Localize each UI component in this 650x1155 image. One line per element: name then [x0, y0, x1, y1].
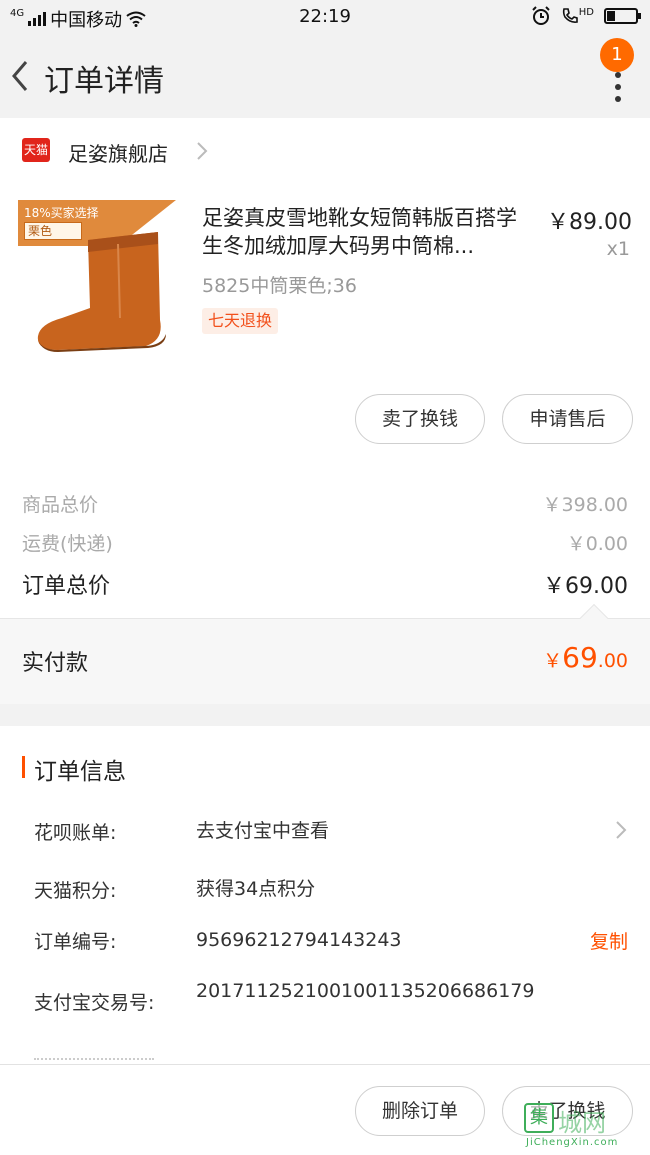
notification-badge: 1 — [600, 38, 634, 72]
paid-integer: 69 — [562, 641, 598, 674]
watermark-url: JiChengXin.com — [526, 1137, 619, 1148]
product-image[interactable]: 18%买家选择 栗色 — [18, 200, 176, 358]
bottom-action-bar: 删除订单 卖了换钱 集 城网 JiChengXin.com — [0, 1064, 650, 1155]
paid-value: ￥69.00 — [543, 641, 628, 674]
order-info-card: 订单信息 花呗账单: 去支付宝中查看 天猫积分: 获得34点积分 订单编号: 9… — [0, 726, 650, 1064]
alipay-trade-value: 2017112521001001135206686179 — [196, 980, 535, 1002]
watermark-text: 城网 — [558, 1109, 606, 1137]
boot-illustration — [37, 232, 166, 352]
chevron-right-icon — [616, 821, 627, 839]
paid-decimal: .00 — [597, 650, 628, 672]
paid-label: 实付款 — [22, 651, 89, 676]
product-name[interactable]: 足姿真皮雪地靴女短筒韩版百搭学生冬加绒加厚大码男中筒棉... — [202, 204, 532, 262]
sell-button[interactable]: 卖了换钱 — [355, 394, 485, 444]
page-title: 订单详情 — [44, 64, 164, 99]
status-right: HD — [531, 6, 641, 26]
after-sale-button[interactable]: 申请售后 — [502, 394, 633, 444]
info-value: 去支付宝中查看 — [196, 820, 330, 842]
product-price: ￥89.00 — [547, 210, 632, 235]
battery-icon — [604, 8, 641, 24]
return-policy-tag: 七天退换 — [202, 308, 279, 334]
order-total-label: 订单总价 — [22, 574, 111, 599]
site-watermark: 集 城网 JiChengXin.com — [524, 1099, 644, 1151]
more-menu-icon[interactable] — [614, 72, 622, 102]
section-accent-bar — [22, 756, 25, 778]
shop-row[interactable]: 天猫 足姿旗舰店 — [0, 118, 650, 184]
order-info-title: 订单信息 — [34, 759, 126, 785]
order-item-card: 天猫 足姿旗舰店 18%买家选择 栗色 足姿真皮雪地靴女短筒韩版百搭学生冬加绒加… — [0, 118, 650, 618]
info-label: 订单编号: — [34, 931, 117, 953]
shipping-label: 运费(快递) — [22, 533, 113, 555]
tmall-logo: 天猫 — [22, 138, 50, 162]
info-label: 天猫积分: — [34, 880, 117, 902]
paid-currency: ￥ — [543, 650, 563, 672]
goods-total-value: ￥398.00 — [542, 494, 628, 516]
shop-name: 足姿旗舰店 — [68, 142, 168, 166]
copy-button[interactable]: 复制 — [590, 927, 628, 954]
order-total-row: 订单总价 ￥69.00 — [22, 568, 628, 599]
product-spec: 5825中筒栗色;36 — [202, 275, 357, 297]
shipping-value: ￥0.00 — [566, 533, 628, 555]
order-total-value: ￥69.00 — [543, 574, 628, 599]
info-label: 支付宝交易号: — [34, 992, 155, 1014]
chevron-right-icon — [197, 142, 208, 160]
alarm-icon — [532, 6, 550, 25]
watermark-logo: 集 — [524, 1103, 554, 1133]
goods-total-row: 商品总价 ￥398.00 — [22, 490, 628, 520]
order-number-value: 95696212794143243 — [196, 929, 402, 951]
back-arrow-icon[interactable] — [6, 56, 36, 96]
shipping-row: 运费(快递) ￥0.00 — [22, 529, 628, 559]
product-quantity: x1 — [606, 238, 630, 260]
delete-order-button[interactable]: 删除订单 — [355, 1086, 485, 1136]
nav-bar: 订单详情 1 — [0, 34, 650, 118]
status-bar: 4G 中国移动 22:19 HD — [0, 0, 650, 34]
hd-label: HD — [578, 7, 594, 18]
info-value: 获得34点积分 — [196, 878, 316, 900]
goods-total-label: 商品总价 — [22, 494, 99, 516]
paid-amount-box: 实付款 ￥69.00 — [0, 603, 650, 704]
info-label: 花呗账单: — [34, 822, 117, 844]
call-hd-icon: HD — [561, 7, 594, 25]
